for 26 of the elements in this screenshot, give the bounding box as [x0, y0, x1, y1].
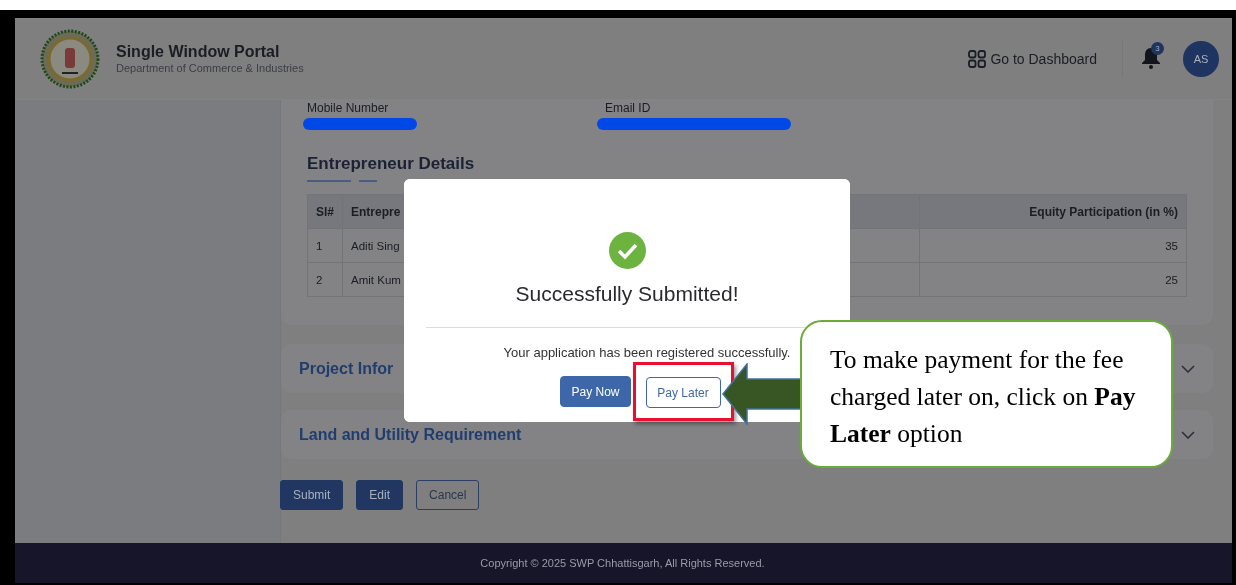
modal-message: Your application has been registered successfully. — [502, 345, 791, 360]
notification-badge: 3 — [1151, 41, 1164, 55]
column-header: Equity Participation (in %) — [919, 194, 1187, 229]
emblem-logo — [40, 28, 100, 89]
table-cell: 1 — [307, 228, 343, 263]
table-cell: 25 — [919, 262, 1187, 297]
dashboard-link[interactable]: Go to Dashboard — [968, 49, 1097, 68]
field-label: Email ID — [605, 101, 652, 115]
callout-tooltip: To make payment for the fee charged later on, click on Pay Later option — [800, 320, 1173, 468]
table-cell: 35 — [919, 228, 1187, 263]
section-heading: Entrepreneur Details — [307, 153, 476, 175]
portal-title: Single Window Portal — [116, 43, 281, 61]
field-label: Mobile Number — [307, 101, 390, 115]
cancel-button[interactable]: Cancel — [416, 480, 480, 510]
user-avatar[interactable]: AS — [1183, 40, 1219, 77]
copyright-text: Copyright © 2025 SWP Chhattisgarh, All Rights Reserved. — [480, 557, 765, 569]
grid-icon — [968, 49, 987, 68]
action-button[interactable]: Edit — [356, 480, 404, 510]
success-check-icon — [608, 232, 646, 269]
pay-now-button[interactable]: Pay Now — [560, 376, 631, 407]
column-header: Sl# — [307, 194, 343, 229]
notification-button[interactable]: 3 — [1141, 46, 1163, 71]
action-button[interactable]: Submit — [280, 480, 344, 510]
table-cell: 2 — [307, 262, 343, 297]
department-subtitle: Department of Commerce & Industries — [116, 62, 304, 74]
pay-later-button[interactable]: Pay Later — [645, 377, 721, 408]
